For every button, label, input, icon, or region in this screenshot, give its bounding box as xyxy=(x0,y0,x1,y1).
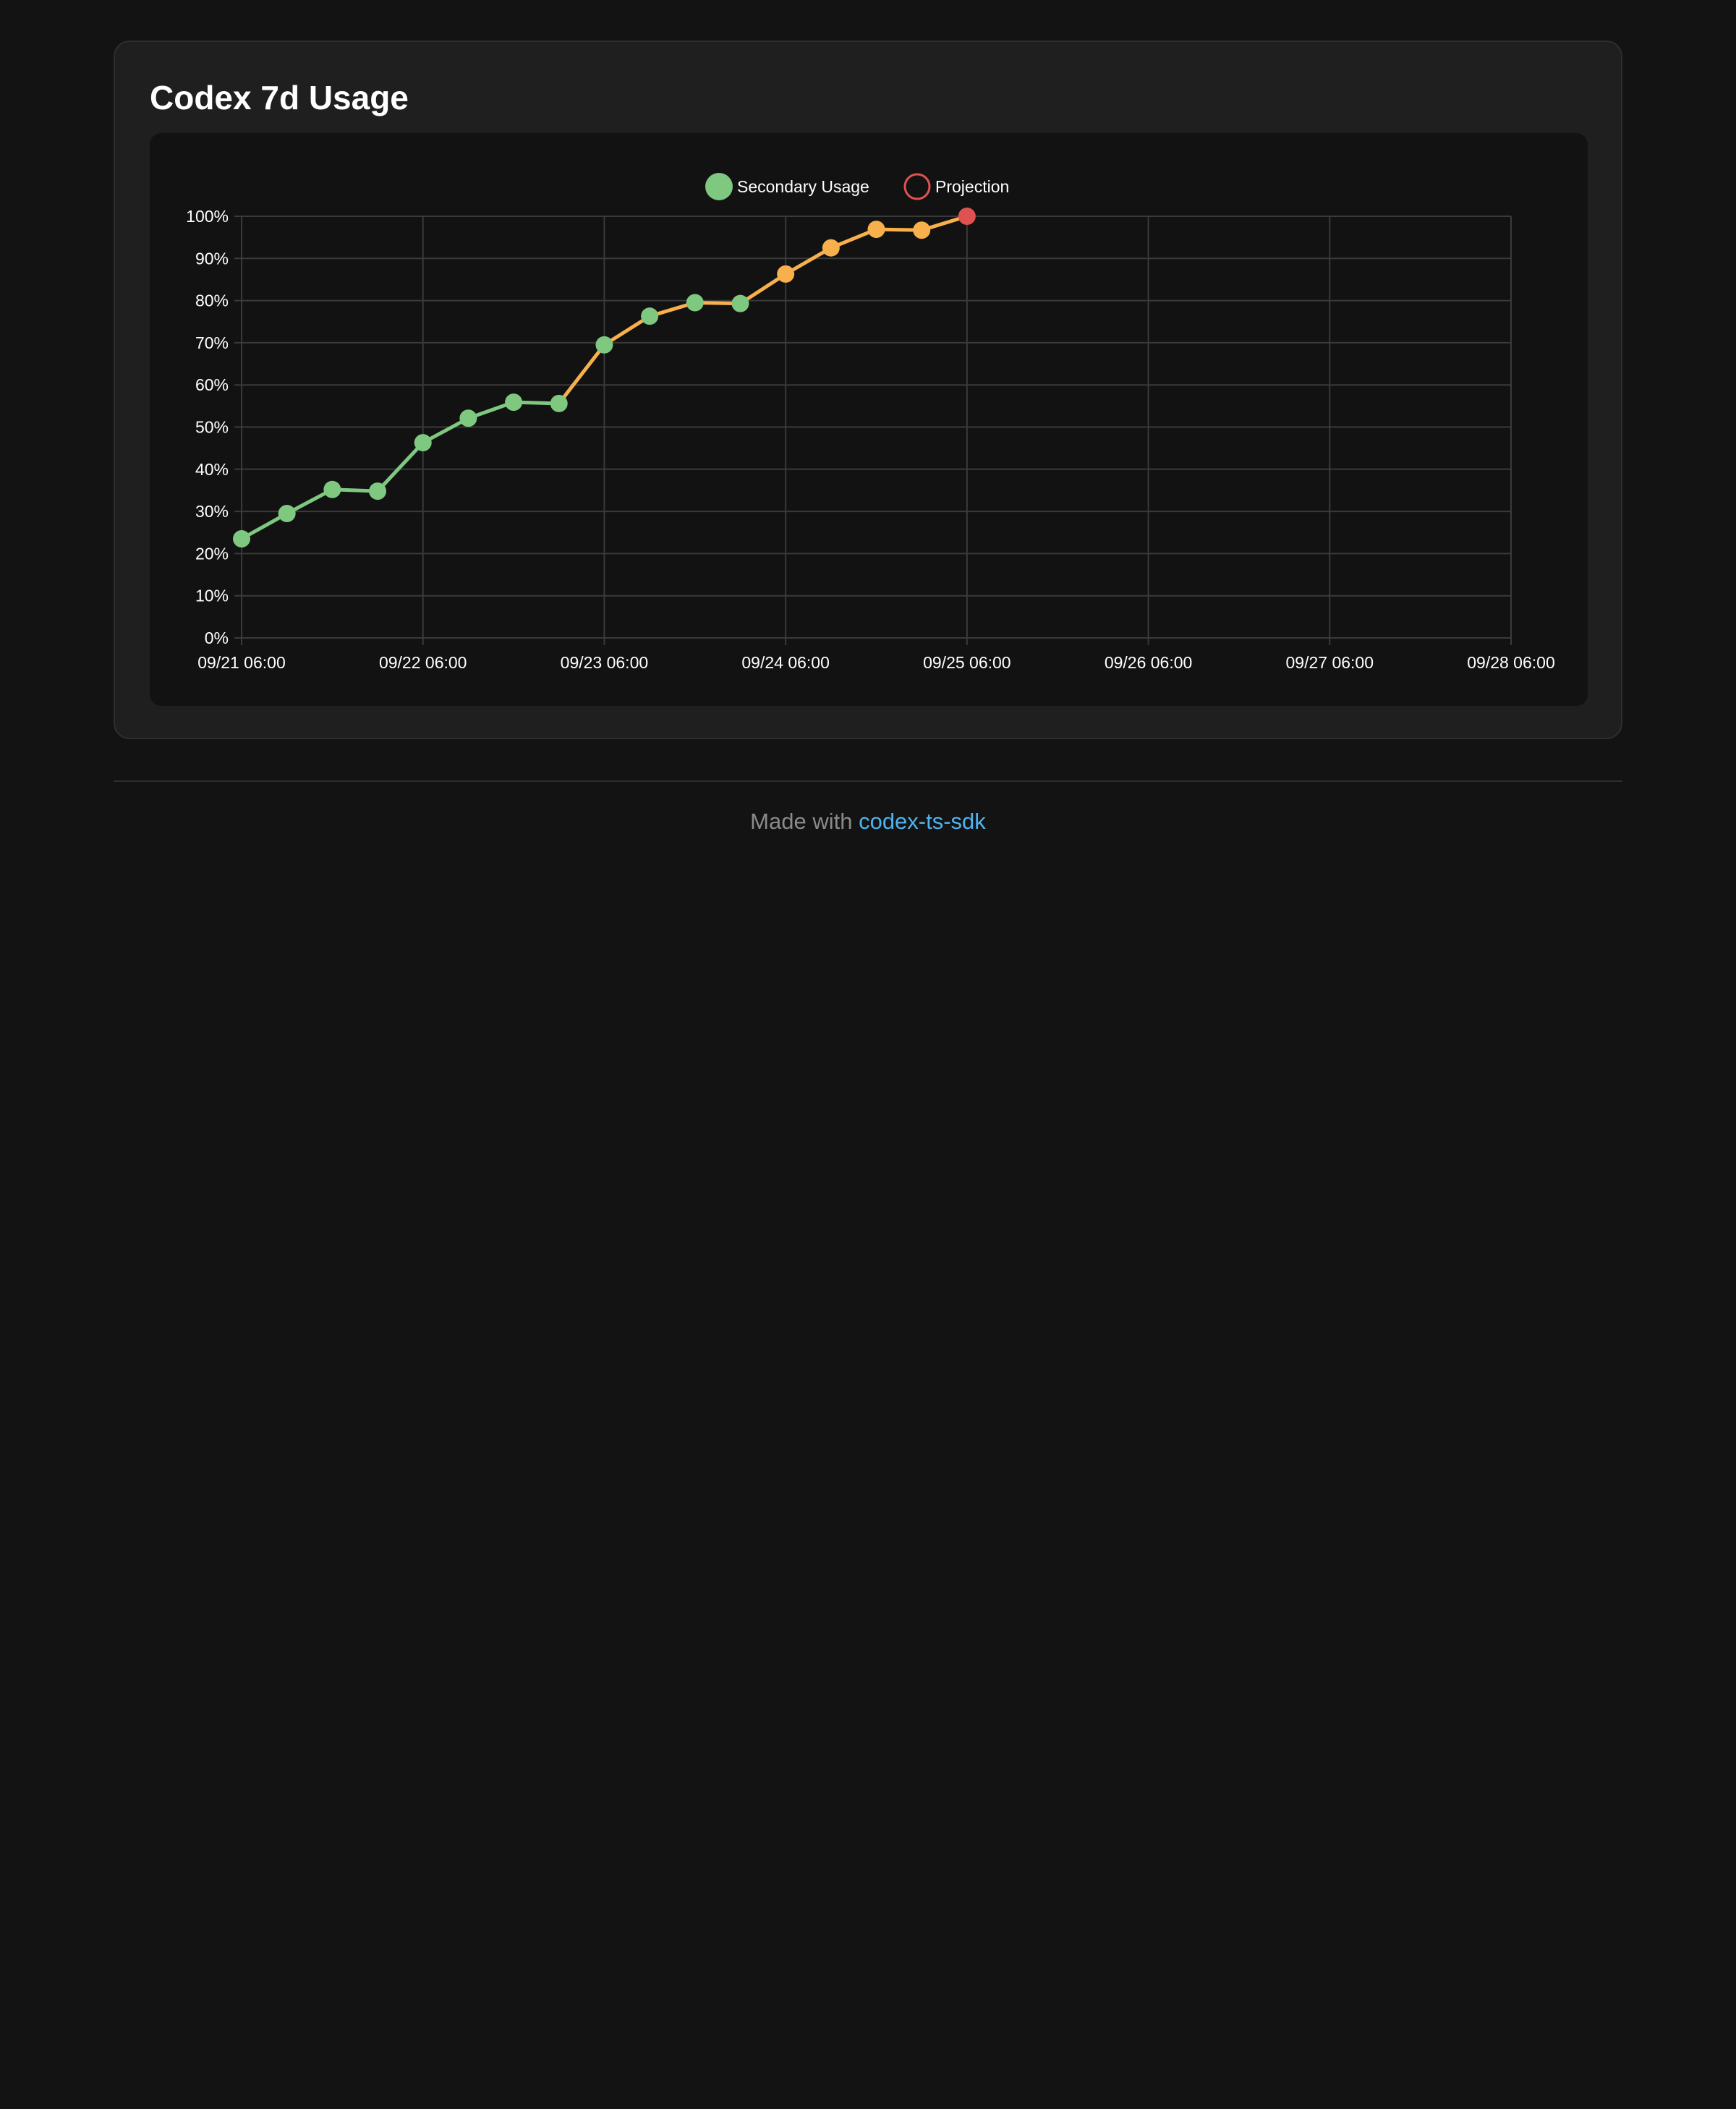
y-tick-label: 30% xyxy=(195,502,229,521)
data-point[interactable] xyxy=(323,480,341,498)
y-tick-label: 90% xyxy=(195,249,229,268)
line-segment xyxy=(375,440,425,493)
legend-label: Projection xyxy=(935,177,1009,196)
x-tick-label: 09/24 06:00 xyxy=(741,653,830,672)
data-point[interactable] xyxy=(550,394,568,412)
data-point[interactable] xyxy=(731,294,749,312)
legend-label: Secondary Usage xyxy=(737,177,869,196)
data-point[interactable] xyxy=(505,393,523,412)
chart-grid xyxy=(234,216,1512,645)
footer-prefix: Made with xyxy=(750,809,859,834)
y-tick-label: 70% xyxy=(195,333,229,352)
data-point[interactable] xyxy=(459,409,477,427)
usage-card: Codex 7d Usage 0% 10% 20% 30% 40% 50% 60% 70% 80… xyxy=(114,41,1622,739)
y-tick-label: 50% xyxy=(195,418,229,437)
legend-item-projection[interactable]: Projection xyxy=(903,173,1009,200)
line-segment xyxy=(557,343,606,406)
data-point[interactable] xyxy=(278,505,296,523)
usage-line-chart: 0% 10% 20% 30% 40% 50% 60% 70% 80% 90% 100% 09/21 … xyxy=(186,173,1555,672)
footer: Made with codex-ts-sdk xyxy=(0,809,1736,835)
y-tick-label: 80% xyxy=(195,291,229,310)
y-tick-label: 0% xyxy=(205,629,229,647)
y-tick-label: 20% xyxy=(195,544,229,563)
x-tick-label: 09/23 06:00 xyxy=(561,653,649,672)
data-point[interactable] xyxy=(369,482,387,500)
data-point[interactable] xyxy=(913,221,931,239)
legend-swatch-secondary-usage xyxy=(705,173,733,200)
data-point[interactable] xyxy=(641,307,659,325)
legend-item-secondary-usage[interactable]: Secondary Usage xyxy=(705,173,869,200)
x-tick-label: 09/26 06:00 xyxy=(1105,653,1193,672)
y-tick-label: 10% xyxy=(195,587,229,605)
x-axis: 09/21 06:00 09/22 06:00 09/23 06:00 09/24 0… xyxy=(197,653,1555,672)
footer-link[interactable]: codex-ts-sdk xyxy=(859,809,986,834)
data-point[interactable] xyxy=(414,434,432,452)
y-tick-label: 100% xyxy=(186,207,229,226)
data-point[interactable] xyxy=(777,265,795,283)
y-tick-label: 40% xyxy=(195,460,229,479)
data-point[interactable] xyxy=(233,529,250,548)
card-title: Codex 7d Usage xyxy=(150,79,409,116)
data-point[interactable] xyxy=(595,336,613,354)
data-point[interactable] xyxy=(686,294,704,312)
legend-swatch-projection xyxy=(903,173,931,200)
data-point[interactable] xyxy=(867,221,885,239)
x-tick-label: 09/25 06:00 xyxy=(923,653,1011,672)
footer-divider xyxy=(114,780,1622,782)
y-tick-label: 60% xyxy=(195,375,229,394)
chart-panel: 0% 10% 20% 30% 40% 50% 60% 70% 80% 90% 100% 09/21 … xyxy=(150,133,1588,706)
x-tick-label: 09/21 06:00 xyxy=(197,653,286,672)
chart-legend[interactable]: Secondary Usage Projection xyxy=(705,173,1009,200)
x-tick-label: 09/27 06:00 xyxy=(1286,653,1374,672)
data-point[interactable] xyxy=(958,208,976,225)
data-point[interactable] xyxy=(822,239,840,257)
x-tick-label: 09/28 06:00 xyxy=(1467,653,1555,672)
y-axis: 0% 10% 20% 30% 40% 50% 60% 70% 80% 90% 100% xyxy=(186,207,229,647)
x-tick-label: 09/22 06:00 xyxy=(379,653,467,672)
